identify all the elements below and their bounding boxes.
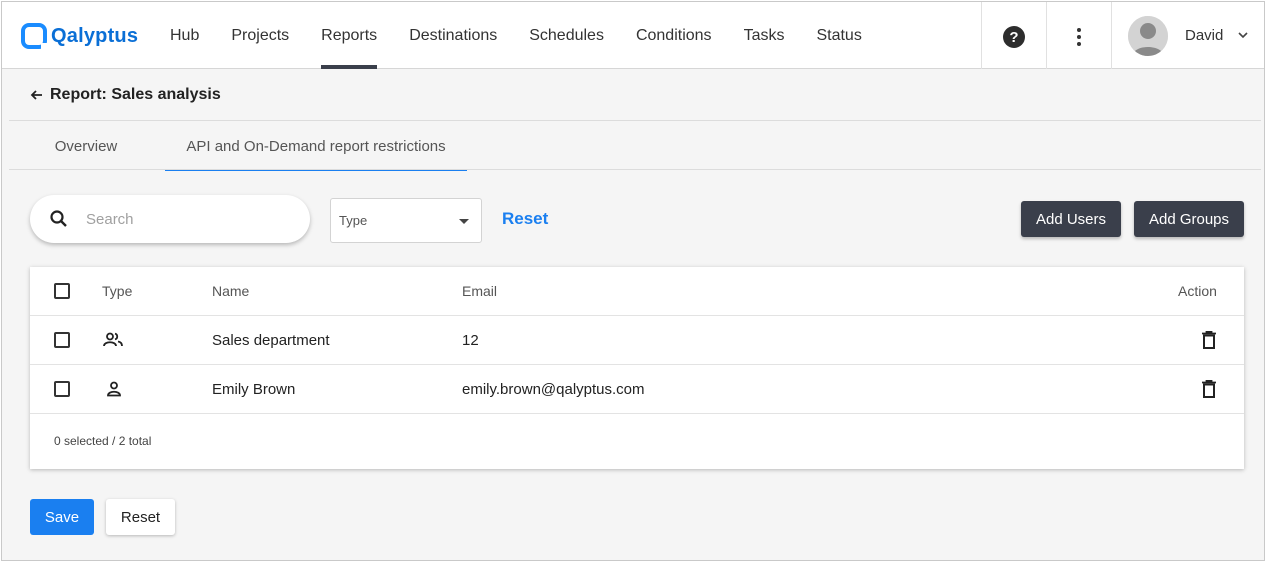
caret-down-icon bbox=[459, 219, 469, 224]
add-users-button[interactable]: Add Users bbox=[1021, 201, 1121, 237]
tab-overview[interactable]: Overview bbox=[40, 122, 132, 170]
toolbar-divider bbox=[1111, 2, 1112, 69]
user-avatar[interactable] bbox=[1128, 16, 1168, 56]
nav-item-tasks[interactable]: Tasks bbox=[728, 2, 801, 69]
row-email: 12 bbox=[462, 331, 479, 349]
toolbar-divider bbox=[981, 2, 982, 69]
more-vertical-icon[interactable] bbox=[1074, 26, 1084, 48]
table-header-row: Type Name Email Action bbox=[30, 267, 1244, 316]
column-header-email: Email bbox=[462, 283, 498, 299]
delete-icon[interactable] bbox=[1202, 316, 1216, 364]
nav-item-status[interactable]: Status bbox=[800, 2, 877, 69]
person-silhouette-icon bbox=[1128, 16, 1168, 56]
search-icon bbox=[50, 210, 67, 227]
main-nav: Hub Projects Reports Destinations Schedu… bbox=[154, 2, 878, 69]
delete-icon[interactable] bbox=[1202, 365, 1216, 413]
add-groups-button[interactable]: Add Groups bbox=[1134, 201, 1244, 237]
toolbar-divider bbox=[1046, 2, 1047, 69]
selection-count: 0 selected / 2 total bbox=[54, 434, 152, 448]
column-header-action: Action bbox=[1178, 283, 1217, 299]
table-row: Emily Brown emily.brown@qalyptus.com bbox=[30, 365, 1244, 414]
user-icon bbox=[106, 365, 122, 413]
type-select-label: Type bbox=[339, 213, 368, 228]
nav-item-hub[interactable]: Hub bbox=[154, 2, 215, 69]
section-divider bbox=[9, 120, 1261, 121]
help-circle-icon[interactable]: ? bbox=[1003, 26, 1025, 48]
nav-item-conditions[interactable]: Conditions bbox=[620, 2, 728, 69]
restrictions-table: Type Name Email Action Sales department … bbox=[30, 267, 1244, 469]
app-window: Qalyptus Hub Projects Reports Destinatio… bbox=[1, 1, 1265, 561]
save-button[interactable]: Save bbox=[30, 499, 94, 535]
top-navigation-bar: Qalyptus Hub Projects Reports Destinatio… bbox=[2, 2, 1264, 69]
logo-text: Qalyptus bbox=[51, 24, 139, 47]
row-checkbox[interactable] bbox=[54, 381, 70, 397]
arrow-left-icon[interactable] bbox=[30, 88, 44, 102]
table-row: Sales department 12 bbox=[30, 316, 1244, 365]
nav-item-destinations[interactable]: Destinations bbox=[393, 2, 513, 69]
reset-button[interactable]: Reset bbox=[106, 499, 175, 535]
type-select[interactable]: Type bbox=[330, 198, 482, 243]
search-box bbox=[30, 195, 310, 243]
nav-item-projects[interactable]: Projects bbox=[215, 2, 305, 69]
row-email: emily.brown@qalyptus.com bbox=[462, 380, 645, 398]
logo-icon bbox=[21, 23, 49, 51]
reset-filters-link[interactable]: Reset bbox=[502, 209, 548, 229]
chevron-down-icon[interactable] bbox=[1237, 29, 1249, 41]
select-all-checkbox[interactable] bbox=[54, 283, 70, 299]
nav-item-schedules[interactable]: Schedules bbox=[513, 2, 620, 69]
group-icon bbox=[102, 316, 124, 364]
tabs-divider bbox=[9, 169, 1261, 170]
app-logo[interactable]: Qalyptus bbox=[21, 22, 139, 51]
row-name: Emily Brown bbox=[212, 380, 296, 398]
row-name: Sales department bbox=[212, 331, 330, 349]
column-header-type: Type bbox=[102, 283, 133, 299]
page-title: Report: Sales analysis bbox=[50, 86, 221, 103]
search-input[interactable] bbox=[86, 210, 286, 228]
tab-api-restrictions[interactable]: API and On-Demand report restrictions bbox=[165, 122, 467, 171]
breadcrumb: Report: Sales analysis bbox=[30, 86, 221, 104]
row-checkbox[interactable] bbox=[54, 332, 70, 348]
user-name[interactable]: David bbox=[1185, 27, 1223, 44]
nav-item-reports[interactable]: Reports bbox=[305, 2, 393, 69]
column-header-name: Name bbox=[212, 283, 250, 299]
